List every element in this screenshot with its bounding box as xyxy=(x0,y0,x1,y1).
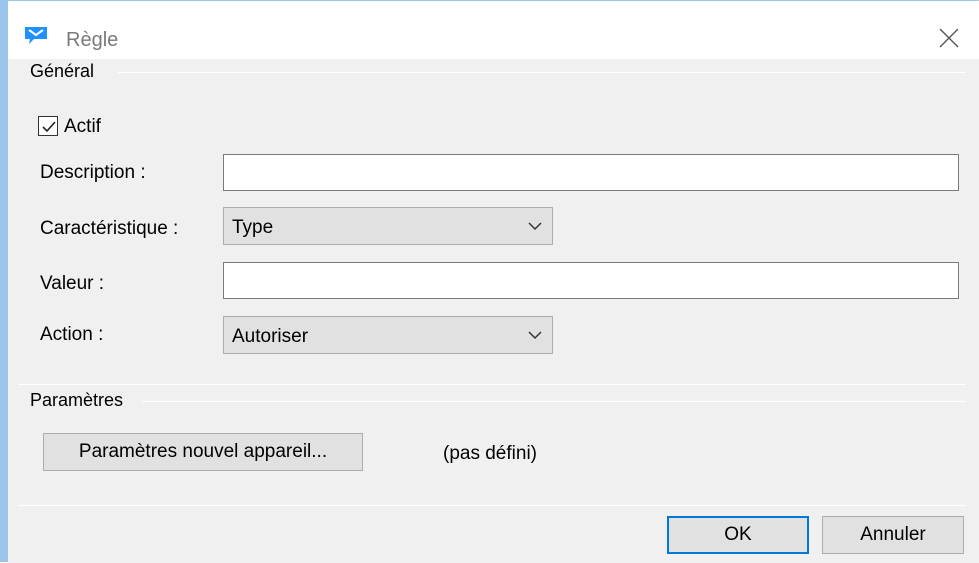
cancel-button[interactable]: Annuler xyxy=(822,516,964,554)
parameters-group-title: Paramètres xyxy=(30,390,128,411)
chat-bubble-icon xyxy=(24,25,48,45)
characteristic-select[interactable]: Type xyxy=(223,207,553,245)
characteristic-label: Caractéristique : xyxy=(40,218,179,239)
parameters-status-text: (pas défini) xyxy=(443,443,537,464)
chevron-down-icon xyxy=(528,222,542,231)
close-icon xyxy=(939,28,959,48)
dialog-content: Général Actif Description : Caractéristi… xyxy=(8,59,979,563)
action-select[interactable]: Autoriser xyxy=(223,316,553,354)
parameters-group-divider xyxy=(142,401,966,402)
chevron-down-icon xyxy=(528,331,542,340)
active-label[interactable]: Actif xyxy=(64,116,101,138)
general-group-title: Général xyxy=(30,61,99,82)
title-bar[interactable]: Règle xyxy=(8,1,979,59)
active-checkbox[interactable] xyxy=(38,116,58,136)
section-divider xyxy=(18,384,966,385)
footer-divider xyxy=(18,505,966,506)
description-input[interactable] xyxy=(223,154,959,191)
rule-dialog: Règle Général Actif Description : Caract… xyxy=(0,0,979,563)
characteristic-select-value: Type xyxy=(232,217,274,238)
description-label: Description : xyxy=(40,162,146,183)
window-title: Règle xyxy=(66,29,119,51)
new-device-settings-button[interactable]: Paramètres nouvel appareil... xyxy=(43,433,363,471)
ok-button[interactable]: OK xyxy=(667,516,809,554)
value-label: Valeur : xyxy=(40,273,105,294)
action-label: Action : xyxy=(40,324,104,345)
value-input[interactable] xyxy=(223,262,959,299)
checkmark-icon xyxy=(42,121,56,133)
general-group-divider xyxy=(118,72,966,73)
close-button[interactable] xyxy=(938,27,960,49)
action-select-value: Autoriser xyxy=(232,326,309,347)
